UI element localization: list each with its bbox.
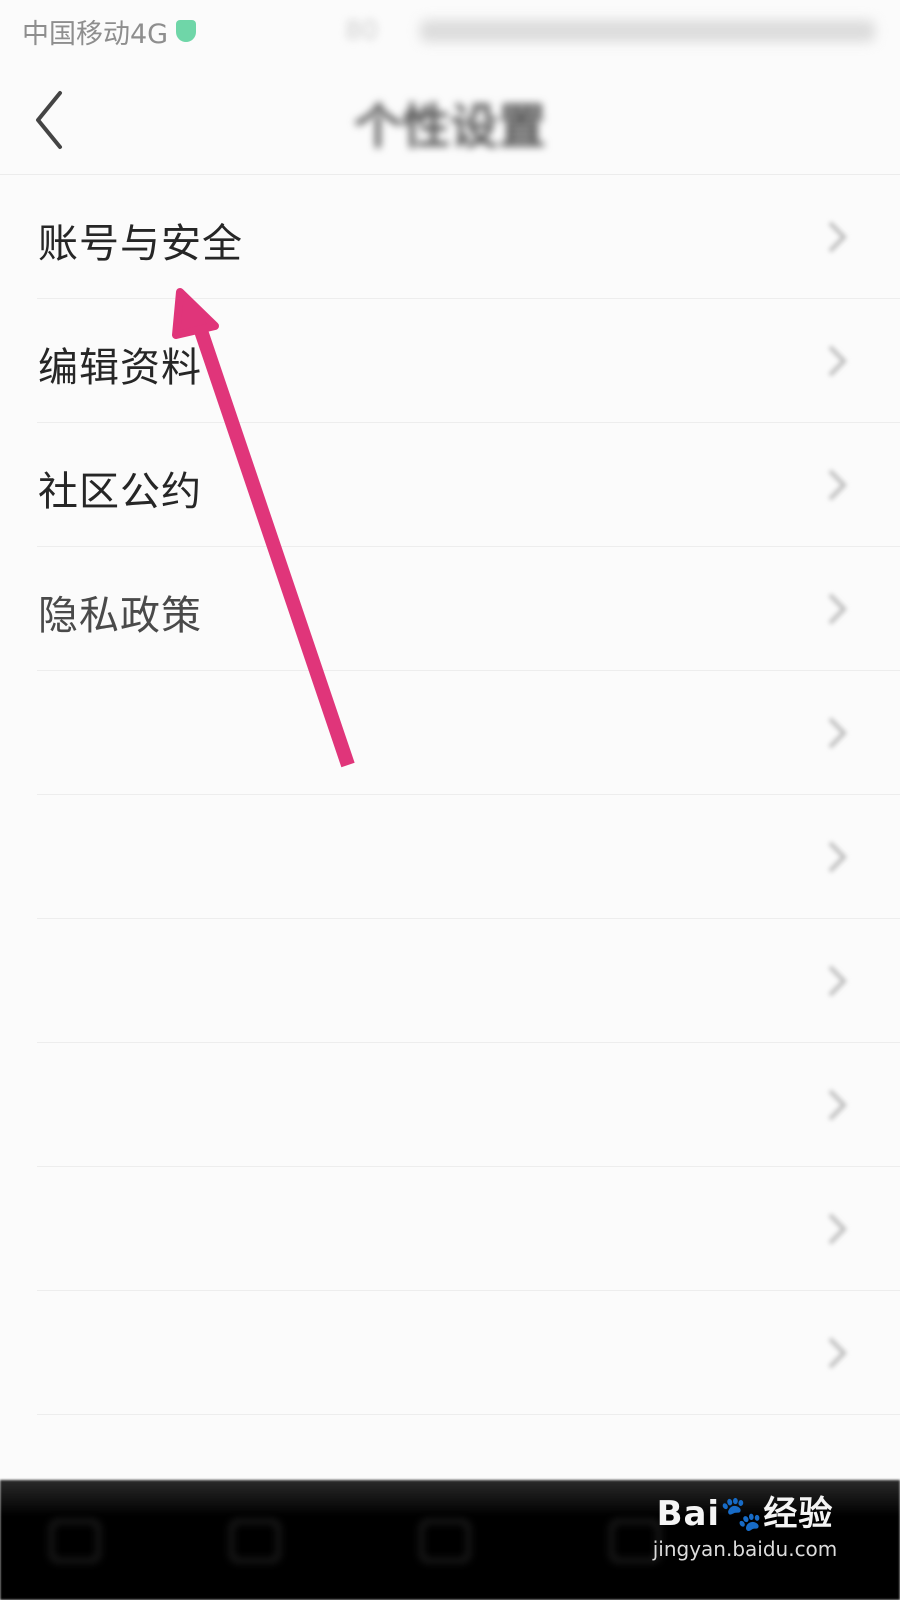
divider [37,1414,900,1415]
settings-item-blurred[interactable] [0,919,900,1043]
settings-item-label: 社区公约 [38,469,202,515]
watermark-brand: Bai🐾经验 [656,1494,834,1534]
settings-item-edit-profile[interactable]: 编辑资料 [0,299,900,423]
settings-item-blurred[interactable] [0,671,900,795]
status-bar: 中国移动4G 80 [0,0,900,62]
settings-item-community-rules[interactable]: 社区公约 [0,423,900,547]
page-title: 个性设置 [353,99,546,155]
nav-menu-icon[interactable] [50,1520,100,1562]
watermark: Bai🐾经验 jingyan.baidu.com [645,1486,845,1561]
settings-item-blurred[interactable] [0,1291,900,1415]
watermark-url: jingyan.baidu.com [652,1537,838,1561]
settings-item-privacy-policy[interactable]: 隐私政策 [0,547,900,671]
carrier-label: 中国移动4G [22,18,169,50]
settings-list: 账号与安全 编辑资料 社区公约 隐私政策 [0,175,900,1415]
top-nav-bar: 个性设置 [0,62,900,175]
chevron-right-icon [828,841,847,873]
settings-item-account-security[interactable]: 账号与安全 [0,175,900,299]
chevron-right-icon [828,1213,847,1245]
settings-item-blurred[interactable] [0,1043,900,1167]
chevron-right-icon [828,345,847,377]
chevron-right-icon [828,221,847,253]
chevron-right-icon [828,965,847,997]
chevron-right-icon [828,469,847,501]
settings-item-blurred[interactable] [0,795,900,919]
settings-item-label: 账号与安全 [38,221,243,267]
chevron-right-icon [828,1337,847,1369]
nav-home-icon[interactable] [420,1520,470,1562]
status-icons-blurred [420,20,875,42]
settings-item-blurred[interactable] [0,1167,900,1291]
settings-item-label: 隐私政策 [38,593,202,639]
status-right-text: 80 [345,16,379,46]
chevron-right-icon [828,1089,847,1121]
chevron-right-icon [828,593,847,625]
chevron-right-icon [828,717,847,749]
nav-back-icon[interactable] [230,1520,280,1562]
shield-icon [176,20,197,42]
settings-item-label: 编辑资料 [38,345,202,391]
